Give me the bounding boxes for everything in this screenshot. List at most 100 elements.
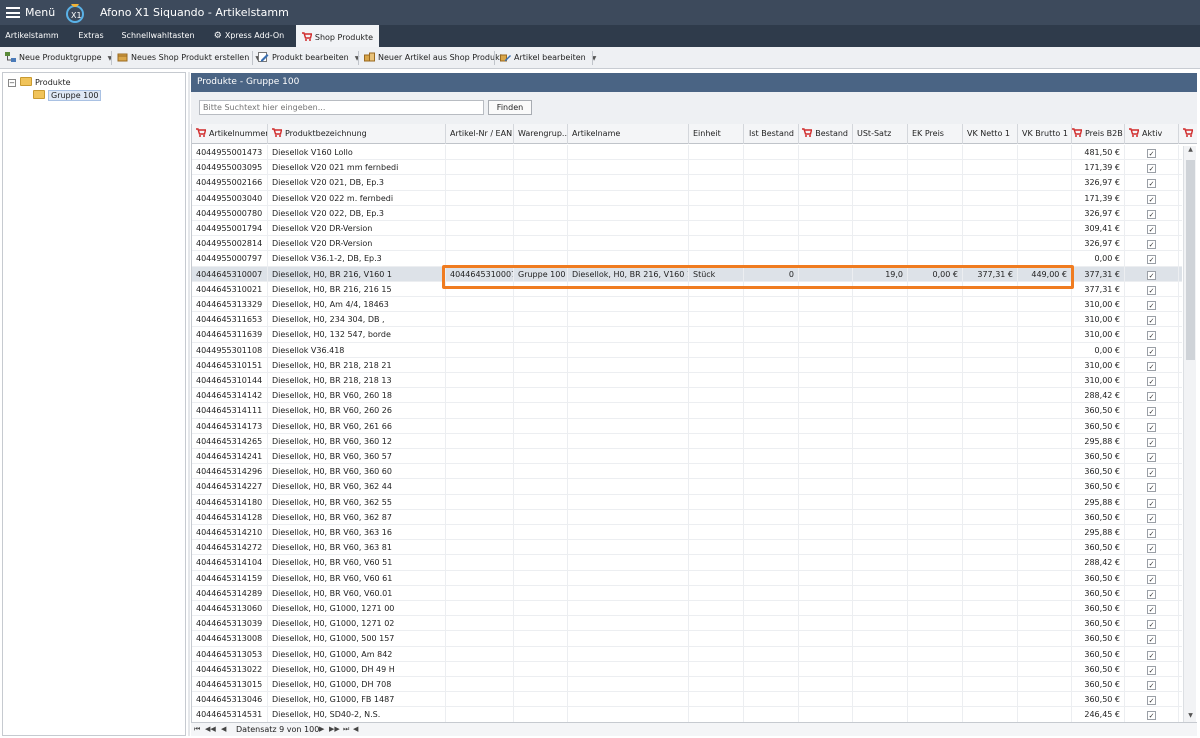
active-checkbox[interactable]: ✓ [1147, 179, 1156, 189]
active-checkbox[interactable]: ✓ [1147, 255, 1156, 265]
vertical-scrollbar[interactable]: ▲ ▼ [1183, 146, 1196, 722]
new-group-button[interactable]: Neue Produktgruppe ▼ [5, 51, 112, 65]
table-row[interactable]: 4044955001473 Diesellok V160 Lollo 481,50 … [192, 145, 1182, 161]
table-row[interactable]: 4044645314531 Diesellok, H0, SD40-2, N.S.… [192, 707, 1182, 722]
next-page-icon[interactable]: ▶▶ [329, 723, 340, 736]
scroll-up-icon[interactable]: ▲ [1184, 146, 1197, 156]
column-header[interactable]: Ist Bestand [744, 124, 799, 144]
column-header[interactable]: VK Netto 1 [963, 124, 1018, 144]
table-row[interactable]: 4044955003040 Diesellok V20 022 m. fernbe… [192, 190, 1182, 206]
active-checkbox[interactable]: ✓ [1147, 498, 1156, 508]
table-row[interactable]: 4044645313060 Diesellok, H0, G1000, 1271 … [192, 601, 1182, 617]
table-row[interactable]: 4044645313022 Diesellok, H0, G1000, DH 49… [192, 661, 1182, 677]
table-row[interactable]: 4044645310144 Diesellok, H0, BR 218, 218 … [192, 373, 1182, 389]
next-record-icon[interactable]: ▶ [319, 723, 324, 736]
column-header[interactable]: EK Preis [908, 124, 963, 144]
active-checkbox[interactable]: ✓ [1147, 665, 1156, 675]
table-row[interactable]: 4044645313015 Diesellok, H0, G1000, DH 70… [192, 677, 1182, 693]
active-checkbox[interactable]: ✓ [1147, 453, 1156, 462]
column-header[interactable]: VK Brutto 1 [1018, 124, 1072, 144]
table-row[interactable]: 4044645311639 Diesellok, H0, 132 547, bor… [192, 327, 1182, 343]
new-article-from-product-button[interactable]: Neuer Artikel aus Shop Produkt [364, 51, 503, 65]
table-row[interactable]: 4044645314241 Diesellok, H0, BR V60, 360 … [192, 449, 1182, 465]
active-checkbox[interactable]: ✓ [1147, 225, 1156, 234]
table-row[interactable]: 4044645314111 Diesellok, H0, BR V60, 260 … [192, 403, 1182, 419]
active-checkbox[interactable]: ✓ [1147, 605, 1156, 614]
hamburger-menu-icon[interactable] [6, 7, 20, 18]
column-header[interactable]: Aktiv [1125, 124, 1179, 144]
edit-article-button[interactable]: Artikel bearbeiten ▼ [500, 51, 596, 65]
column-header[interactable]: Artikel-Nr / EAN [446, 124, 514, 144]
active-checkbox[interactable]: ✓ [1147, 422, 1156, 432]
new-shop-product-button[interactable]: Neues Shop Produkt erstellen ▼ [117, 51, 260, 65]
active-checkbox[interactable]: ✓ [1147, 529, 1156, 538]
edit-product-button[interactable]: Produkt bearbeiten▼ [258, 51, 359, 65]
table-row[interactable]: 4044645313008 Diesellok, H0, G1000, 500 1… [192, 631, 1182, 647]
table-row[interactable]: 4044645314272 Diesellok, H0, BR V60, 363 … [192, 540, 1182, 556]
column-header[interactable] [1179, 124, 1197, 144]
collapse-icon[interactable]: − [8, 79, 16, 87]
table-row[interactable]: 4044955003095 Diesellok V20 021 mm fernbe… [192, 160, 1182, 176]
table-row[interactable]: 4044645314210 Diesellok, H0, BR V60, 363 … [192, 525, 1182, 541]
table-row[interactable]: 4044645314159 Diesellok, H0, BR V60, V60 … [192, 570, 1182, 586]
menu-label[interactable]: Menü [25, 6, 55, 19]
table-row[interactable]: 4044645314296 Diesellok, H0, BR V60, 360 … [192, 464, 1182, 480]
column-header[interactable]: Produktbezeichnung [268, 124, 446, 144]
table-row[interactable]: 4044645314173 Diesellok, H0, BR V60, 261 … [192, 418, 1182, 434]
active-checkbox[interactable]: ✓ [1147, 270, 1156, 280]
find-button[interactable]: Finden [488, 100, 532, 115]
active-checkbox[interactable]: ✓ [1147, 574, 1156, 584]
active-checkbox[interactable]: ✓ [1147, 377, 1156, 386]
active-checkbox[interactable]: ✓ [1147, 483, 1156, 493]
active-checkbox[interactable]: ✓ [1147, 589, 1156, 599]
active-checkbox[interactable]: ✓ [1147, 392, 1156, 402]
prev-record-icon[interactable]: ◀ [221, 723, 226, 736]
active-checkbox[interactable]: ✓ [1147, 635, 1156, 645]
table-row[interactable]: 4044955002814 Diesellok V20 DR-Version 326… [192, 236, 1182, 252]
tab-shop-produkte[interactable]: Shop Produkte [296, 25, 379, 47]
active-checkbox[interactable]: ✓ [1147, 240, 1156, 250]
active-checkbox[interactable]: ✓ [1147, 301, 1156, 310]
active-checkbox[interactable]: ✓ [1147, 559, 1156, 569]
active-checkbox[interactable]: ✓ [1147, 620, 1156, 630]
active-checkbox[interactable]: ✓ [1147, 316, 1156, 326]
tab-extras[interactable]: Extras [66, 25, 116, 47]
scrollbar-thumb[interactable] [1186, 160, 1195, 360]
table-row[interactable]: 4044645313329 Diesellok, H0, Am 4/4, 1846… [192, 297, 1182, 313]
active-checkbox[interactable]: ✓ [1147, 209, 1156, 219]
column-header[interactable]: Bestand [799, 124, 853, 144]
active-checkbox[interactable]: ✓ [1147, 437, 1156, 447]
active-checkbox[interactable]: ✓ [1147, 513, 1156, 523]
active-checkbox[interactable]: ✓ [1147, 149, 1156, 158]
active-checkbox[interactable]: ✓ [1147, 407, 1156, 417]
column-header[interactable]: Artikelname [568, 124, 689, 144]
last-record-icon[interactable]: ⏭ [343, 723, 349, 736]
column-header[interactable]: Einheit [689, 124, 744, 144]
table-row[interactable]: 4044645310151 Diesellok, H0, BR 218, 218 … [192, 357, 1182, 373]
table-row[interactable]: 4044645314142 Diesellok, H0, BR V60, 260 … [192, 388, 1182, 404]
table-row[interactable]: 4044645314128 Diesellok, H0, BR V60, 362 … [192, 509, 1182, 525]
active-checkbox[interactable]: ✓ [1147, 468, 1156, 478]
table-row[interactable]: 4044955301108 Diesellok V36.418 0,00 € ✓ [192, 342, 1182, 358]
prev-page-icon[interactable]: ◀◀ [205, 723, 216, 736]
first-record-icon[interactable]: ⏮ [194, 723, 200, 736]
table-row[interactable]: 4044645313039 Diesellok, H0, G1000, 1271 … [192, 616, 1182, 632]
active-checkbox[interactable]: ✓ [1147, 681, 1156, 690]
tree-node-produkte[interactable]: − Produkte [8, 77, 71, 89]
table-row[interactable]: 4044645313053 Diesellok, H0, G1000, Am 84… [192, 646, 1182, 662]
active-checkbox[interactable]: ✓ [1147, 711, 1156, 721]
active-checkbox[interactable]: ✓ [1147, 331, 1156, 341]
active-checkbox[interactable]: ✓ [1147, 285, 1156, 295]
tab-schnellwahltasten[interactable]: Schnellwahltasten [118, 25, 198, 47]
table-row[interactable]: 4044645311653 Diesellok, H0, 234 304, DB … [192, 312, 1182, 328]
active-checkbox[interactable]: ✓ [1147, 346, 1156, 356]
active-checkbox[interactable]: ✓ [1147, 164, 1156, 174]
table-row[interactable]: 4044955002166 Diesellok V20 021, DB, Ep.3… [192, 175, 1182, 191]
table-row[interactable]: 4044645314265 Diesellok, H0, BR V60, 360 … [192, 433, 1182, 449]
table-row[interactable]: 4044645314289 Diesellok, H0, BR V60, V60.… [192, 585, 1182, 601]
active-checkbox[interactable]: ✓ [1147, 544, 1156, 554]
table-row[interactable]: 4044645313046 Diesellok, H0, G1000, FB 14… [192, 692, 1182, 708]
column-header[interactable]: Artikelnummer [192, 124, 268, 144]
table-row[interactable]: 4044645314104 Diesellok, H0, BR V60, V60 … [192, 555, 1182, 571]
table-row[interactable]: 4044955001794 Diesellok V20 DR-Version 309… [192, 221, 1182, 237]
